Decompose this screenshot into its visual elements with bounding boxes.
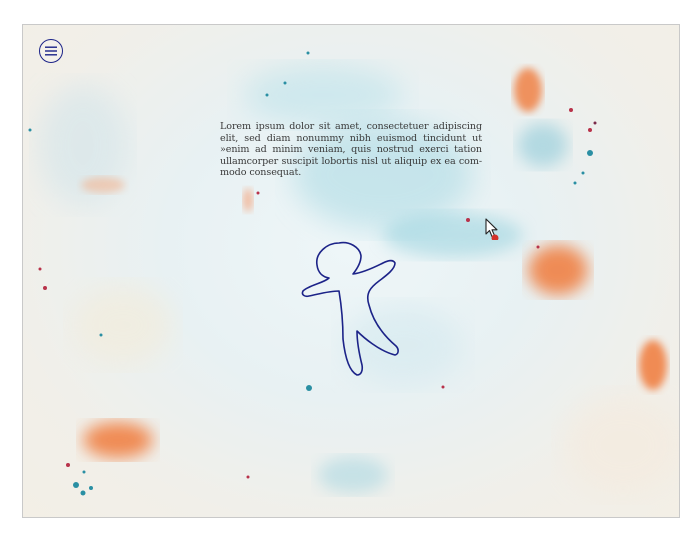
body-paragraph: Lorem ipsum dolor sit amet, consectetuer… bbox=[220, 121, 482, 179]
person-outline-icon bbox=[301, 241, 399, 376]
mouse-cursor-icon bbox=[485, 218, 499, 240]
menu-button[interactable] bbox=[39, 39, 63, 63]
hamburger-menu-icon bbox=[45, 46, 57, 56]
canvas-frame: Lorem ipsum dolor sit amet, consectetuer… bbox=[22, 24, 680, 518]
